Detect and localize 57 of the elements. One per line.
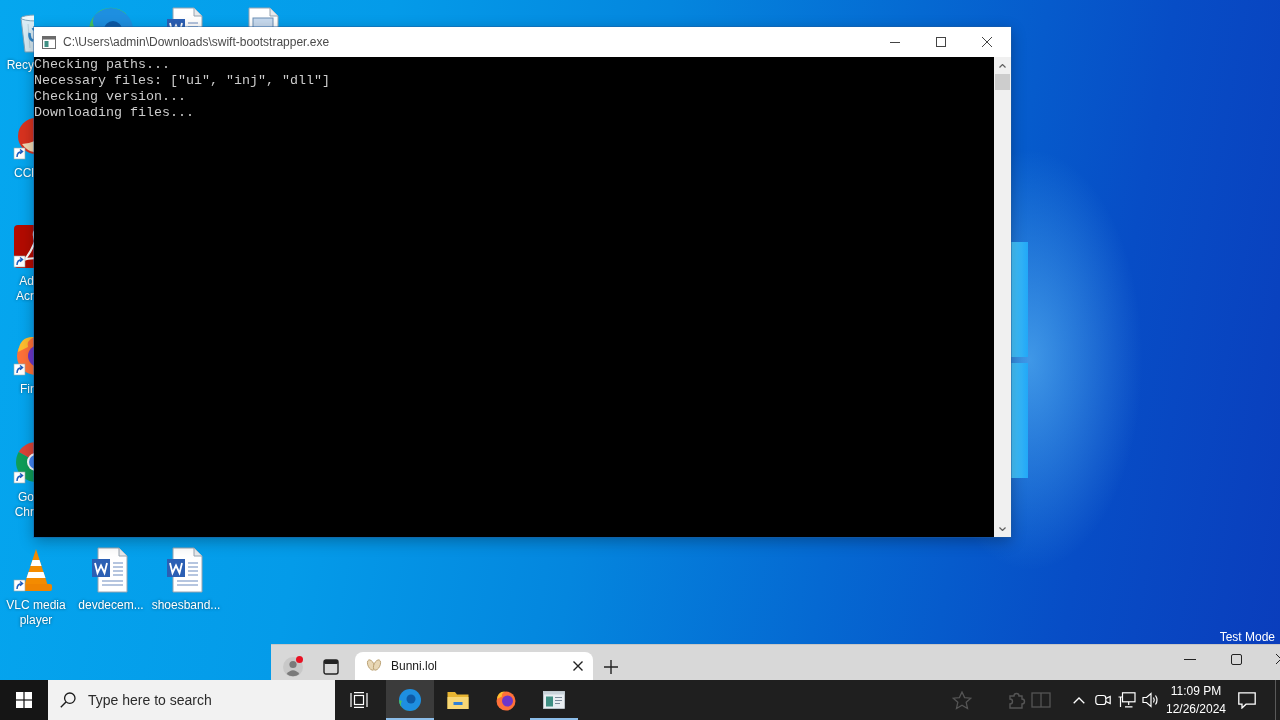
tab-actions-button[interactable] xyxy=(320,656,342,678)
chevron-up-icon xyxy=(1073,696,1085,704)
console-line: Checking paths... xyxy=(34,57,170,73)
icon-label[interactable]: Go Chr xyxy=(14,490,34,520)
pdf-reader-icon[interactable] xyxy=(12,222,34,270)
console-line: Necessary files: ["ui", "inj", "dll"] xyxy=(34,73,330,89)
search-field[interactable]: Type here to search xyxy=(48,680,335,720)
split-window-icon xyxy=(1031,692,1051,708)
scroll-thumb[interactable] xyxy=(995,74,1010,90)
task-view-icon xyxy=(350,692,368,708)
close-icon xyxy=(1276,654,1280,664)
shortcut-arrow-icon xyxy=(13,363,26,376)
browser-icon xyxy=(398,688,422,712)
notification-dot-icon xyxy=(296,656,303,663)
icon-label[interactable]: CCl xyxy=(14,166,34,181)
maximize-icon xyxy=(1230,653,1242,665)
test-mode-text: Test Mode xyxy=(1219,630,1275,644)
clock-date[interactable]: 12/26/2024 xyxy=(1165,700,1227,718)
avatar-icon xyxy=(283,657,303,677)
icon-label[interactable]: Ad Acr xyxy=(16,274,34,304)
shortcut-arrow-icon xyxy=(13,579,26,592)
windows-logo-icon xyxy=(16,692,32,708)
maximize-icon xyxy=(936,37,946,47)
network-icon xyxy=(1118,692,1136,708)
console-app-icon xyxy=(542,688,566,712)
close-icon xyxy=(982,37,992,47)
icon-label[interactable]: shoesband... xyxy=(151,598,221,613)
browser-tab[interactable]: Bunni.lol xyxy=(355,652,593,680)
minimize-icon xyxy=(1184,658,1196,660)
console-line: Downloading files... xyxy=(34,105,194,121)
shortcut-arrow-icon xyxy=(13,255,26,268)
console-line: Checking version... xyxy=(34,89,186,105)
tab-actions-icon xyxy=(323,659,339,675)
icon-label[interactable]: VLC media player xyxy=(6,598,66,628)
search-icon xyxy=(60,692,76,708)
minimize-icon xyxy=(890,41,900,43)
favicon-icon xyxy=(366,659,382,673)
caret-down-icon xyxy=(999,526,1006,531)
icon-label[interactable]: devdecem... xyxy=(78,598,144,613)
start-button[interactable] xyxy=(0,680,48,720)
profile-button[interactable] xyxy=(282,656,304,678)
caret-up-icon xyxy=(999,63,1006,68)
console-app-icon xyxy=(42,35,56,49)
icon-label[interactable]: Recy xyxy=(6,58,34,73)
window-title: C:\Users\admin\Downloads\swift-bootstrapper.exe xyxy=(63,35,330,49)
shortcut-arrow-icon xyxy=(13,147,26,160)
shortcut-arrow-icon xyxy=(13,471,26,484)
speech-bubble-icon xyxy=(1238,691,1256,709)
icon-label[interactable]: Fir xyxy=(20,382,34,397)
speaker-icon xyxy=(1142,692,1160,708)
puzzle-icon xyxy=(1007,690,1027,710)
clock-time[interactable]: 11:09 PM xyxy=(1170,682,1222,700)
browser-icon xyxy=(494,688,518,712)
star-icon xyxy=(952,690,972,710)
camera-icon xyxy=(1095,693,1111,707)
close-icon xyxy=(573,661,583,671)
plus-icon xyxy=(604,660,618,674)
